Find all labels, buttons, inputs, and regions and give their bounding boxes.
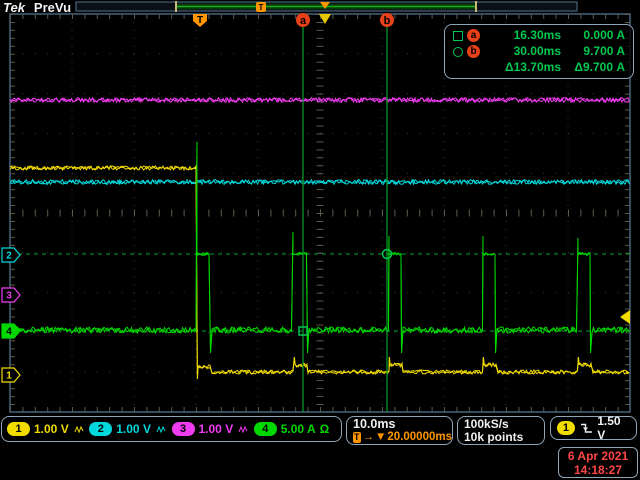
- trigger-delay-row: T → ▼ 20.00000ms: [353, 431, 452, 444]
- bandwidth-icon: [74, 425, 84, 434]
- bar-trigger-letter: T: [259, 3, 264, 12]
- date-label: 6 Apr 2021: [567, 449, 629, 463]
- bandwidth-icon: [238, 425, 248, 434]
- acquisition-readout[interactable]: 100kS/s 10k points: [457, 416, 545, 445]
- channel-2-readout[interactable]: 2 1.00 V: [89, 422, 171, 436]
- channel-4-readout[interactable]: 4 5.00 A Ω: [253, 422, 336, 436]
- cursor-a-marker-icon: [453, 30, 463, 41]
- trigger-delay-value: 20.00000ms: [387, 431, 452, 443]
- acquisition-mode: PreVu: [33, 0, 72, 15]
- cursor-a-top-letter: a: [300, 15, 307, 27]
- falling-edge-icon: [580, 423, 592, 433]
- arrow-right-icon: →: [362, 431, 375, 443]
- record-view-bar[interactable]: T: [75, 1, 578, 12]
- cursor-delta-value: Δ9.700 A: [574, 59, 625, 74]
- horizontal-readout[interactable]: 10.0ms T → ▼ 20.00000ms: [346, 416, 453, 445]
- bandwidth-icon: [156, 425, 166, 434]
- channel-3-badge[interactable]: 3: [171, 422, 195, 436]
- cursor-a-badge: a: [467, 29, 480, 42]
- cursor-b-badge: b: [467, 45, 480, 58]
- cursor-delta-time: Δ13.70ms: [505, 59, 561, 74]
- cursor-readout[interactable]: a 16.30ms 0.000 A b 30.00ms 9.700 A Δ13.…: [444, 24, 634, 79]
- channel-1-readout[interactable]: 1 1.00 V: [7, 422, 89, 436]
- status-header: Tek PreVu: [3, 0, 71, 15]
- datetime-display: 6 Apr 2021 14:18:27: [558, 447, 638, 478]
- tek-logo: Tek: [3, 0, 25, 15]
- channel-4-badge[interactable]: 4: [253, 422, 277, 436]
- trigger-source-badge: 1: [557, 421, 575, 435]
- channel-4-marker-number: 4: [6, 327, 12, 338]
- cursor-b-row-symbols: b: [453, 44, 489, 60]
- record-length: 10k points: [464, 430, 524, 444]
- time-label: 14:18:27: [573, 463, 623, 477]
- expansion-point-icon: ▼: [375, 431, 387, 443]
- cursor-b-value: 9.700 A: [583, 43, 625, 58]
- channel-1-badge[interactable]: 1: [7, 422, 30, 436]
- channel-readouts[interactable]: 1 1.00 V 2 1.00 V 3 1.00 V 4 5.00 A Ω: [1, 416, 342, 442]
- channel-1-scale: 1.00 V: [34, 422, 69, 436]
- cursor-b-marker-icon: [453, 46, 463, 57]
- channel-2-marker-number: 2: [6, 251, 12, 262]
- trigger-position-icon: T: [353, 432, 361, 443]
- termination-ohm-label: Ω: [319, 422, 330, 436]
- cursor-b-time: 30.00ms: [513, 43, 561, 58]
- cursor-delta-spacer: [453, 60, 489, 76]
- channel-4-scale: 5.00 A: [280, 422, 316, 436]
- trigger-position-letter: T: [197, 15, 203, 26]
- cursor-a-row-symbols: a: [453, 28, 489, 44]
- channel-3-marker-number: 3: [6, 291, 12, 302]
- trigger-level-value: 1.50 V: [597, 414, 621, 442]
- channel-2-scale: 1.00 V: [116, 422, 151, 436]
- cursor-a-time: 16.30ms: [513, 27, 561, 42]
- channel-3-readout[interactable]: 3 1.00 V: [171, 422, 254, 436]
- channel-2-badge[interactable]: 2: [89, 422, 113, 436]
- channel-3-scale: 1.00 V: [198, 422, 234, 436]
- cursor-b-top-letter: b: [384, 15, 391, 27]
- trigger-readout[interactable]: 1 1.50 V: [550, 414, 637, 442]
- cursor-a-value: 0.000 A: [583, 27, 625, 42]
- oscilloscope-screen: Tek PreVu TabT2341 a 16.30ms 0.000 A b 30…: [0, 0, 640, 480]
- channel-1-marker-number: 1: [6, 371, 12, 382]
- timebase-scale: 10.0ms: [353, 417, 396, 431]
